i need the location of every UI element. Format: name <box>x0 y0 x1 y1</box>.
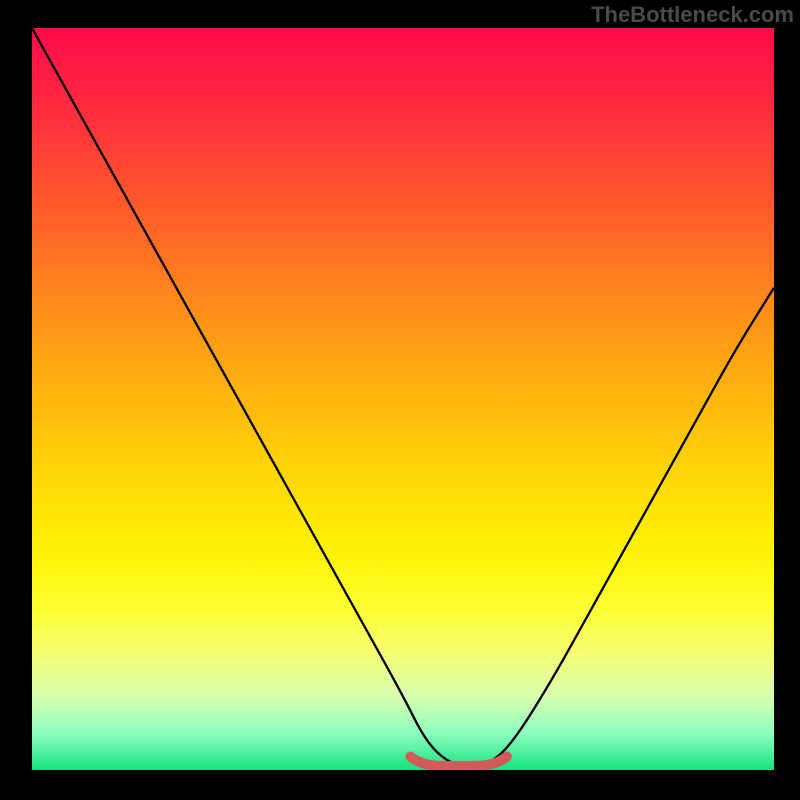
chart-line-series <box>32 28 774 765</box>
chart-svg <box>32 28 774 770</box>
chart-plot-area <box>32 28 774 770</box>
chart-highlight-segment <box>410 757 506 767</box>
watermark-text: TheBottleneck.com <box>591 2 794 28</box>
